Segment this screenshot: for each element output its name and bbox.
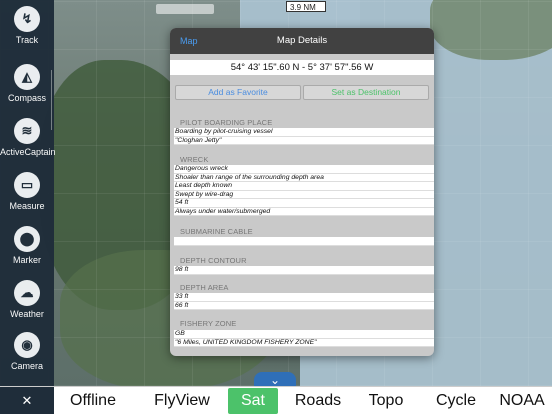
list-item: GB — [174, 330, 434, 339]
section-title: SUBMARINE CABLE — [180, 227, 253, 236]
list-item: Least depth known — [174, 182, 434, 191]
list-item: 33 ft — [174, 293, 434, 302]
list-item: Boarding by pilot-cruising vessel — [174, 128, 434, 137]
tab-sat[interactable]: Sat — [228, 388, 278, 414]
map-layer-tabbar: ✕ Offline FlyView Sat Roads Topo Cycle N… — [0, 386, 552, 414]
activecaptain-label: ActiveCaptain — [0, 147, 56, 157]
camera-label: Camera — [10, 361, 43, 371]
track-icon: ↯ — [14, 6, 40, 32]
section-title: PILOT BOARDING PLACE — [180, 118, 273, 127]
popover-header: Map Map Details — [170, 28, 434, 54]
list-item: "6 Miles, UNITED KINGDOM FISHERY ZONE" — [174, 338, 434, 347]
ruler-icon: ▭ — [14, 172, 40, 198]
section-title: FISHERY ZONE — [180, 319, 237, 328]
section-rows: 33 ft 66 ft — [174, 293, 434, 310]
list-item: 54 ft — [174, 199, 434, 208]
map-details-popover: Map Map Details 54° 43' 15".60 N - 5° 37… — [170, 28, 434, 356]
section-rows: GB "6 Miles, UNITED KINGDOM FISHERY ZONE… — [174, 330, 434, 347]
section-title: WRECK — [180, 155, 209, 164]
left-toolbar: ↯ Track ◭ Compass ≋ ActiveCaptain ▭ Meas… — [0, 0, 56, 386]
section-rows — [174, 237, 434, 246]
weather-label: Weather — [10, 309, 44, 319]
compass-label: Compass — [7, 93, 46, 103]
tab-flyview[interactable]: FlyView — [146, 387, 218, 414]
section-title: DEPTH AREA — [180, 283, 229, 292]
marker-label: Marker — [12, 255, 41, 265]
activecaptain-button[interactable]: ≋ ActiveCaptain — [0, 118, 56, 157]
camera-icon: ◉ — [14, 332, 40, 358]
list-item — [174, 237, 434, 246]
chevron-down-icon: ⌄ — [269, 373, 281, 387]
camera-button[interactable]: ◉ Camera — [0, 332, 54, 371]
tab-roads[interactable]: Roads — [288, 387, 348, 414]
measure-label: Measure — [9, 201, 45, 211]
tab-topo[interactable]: Topo — [360, 387, 412, 414]
popover-title: Map Details — [276, 35, 328, 46]
list-item: Swept by wire-drag — [174, 190, 434, 199]
section-title: DEPTH CONTOUR — [180, 256, 247, 265]
measure-button[interactable]: ▭ Measure — [0, 172, 54, 211]
coordinates-readout: 54° 43' 15".60 N - 5° 37' 57".56 W — [170, 60, 434, 75]
compass-button[interactable]: ◭ Compass — [0, 64, 54, 103]
list-item: 66 ft — [174, 301, 434, 310]
weather-button[interactable]: ☁ Weather — [0, 280, 54, 319]
map-scale-label: 3.9 NM — [286, 1, 326, 12]
list-item: Shoaler than range of the surrounding de… — [174, 173, 434, 182]
section-rows: Dangerous wreck Shoaler than range of th… — [174, 165, 434, 216]
map-pin-icon: ⬤ — [14, 226, 40, 252]
list-item: "Cloghan Jetty" — [174, 136, 434, 145]
section-rows: 98 ft — [174, 266, 434, 275]
track-label: Track — [15, 35, 39, 45]
map-overlay-marker — [156, 4, 214, 14]
add-favorite-button[interactable]: Add as Favorite — [175, 85, 301, 100]
tab-noaa[interactable]: NOAA — [494, 387, 550, 414]
marker-button[interactable]: ⬤ Marker — [0, 226, 54, 265]
tools-icon: ✕ — [21, 393, 33, 408]
track-button[interactable]: ↯ Track — [0, 6, 54, 45]
settings-corner-button[interactable]: ✕ — [0, 387, 54, 414]
compass-icon: ◭ — [14, 64, 40, 90]
section-rows: Boarding by pilot-cruising vessel "Clogh… — [174, 128, 434, 145]
set-destination-button[interactable]: Set as Destination — [303, 85, 429, 100]
tab-cycle[interactable]: Cycle — [428, 387, 484, 414]
tab-offline[interactable]: Offline — [58, 387, 128, 414]
list-item: Dangerous wreck — [174, 165, 434, 174]
list-item: Always under water/submerged — [174, 207, 434, 216]
cloud-icon: ☁ — [14, 280, 40, 306]
activecaptain-icon: ≋ — [14, 118, 40, 144]
list-item: 98 ft — [174, 266, 434, 275]
